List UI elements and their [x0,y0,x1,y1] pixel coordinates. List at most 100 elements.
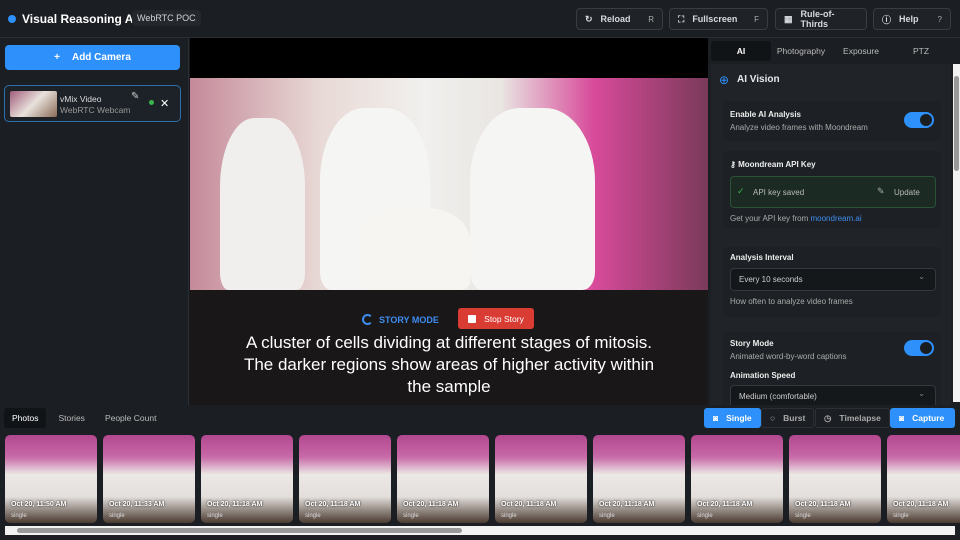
mode-burst-button[interactable]: ○ Burst [761,408,815,428]
enable-ai-label: Enable AI Analysis [730,110,801,119]
gallery-tabs: Photos Stories People Count [4,408,164,428]
photo-thumbnail[interactable]: Oct 20, 11:18 AM single [201,435,293,523]
interval-section: Analysis Interval Every 10 seconds How o… [722,247,942,317]
story-mode-section: Story Mode Animated word-by-word caption… [722,332,942,405]
enable-ai-toggle[interactable] [904,112,934,128]
brain-icon: ⊕ [719,73,730,87]
stop-story-button[interactable]: Stop Story [458,308,534,329]
api-status-text: API key saved [753,188,805,197]
tab-photography[interactable]: Photography [771,41,831,61]
reload-label: Reload [600,14,631,24]
edit-icon[interactable]: ✎ [131,91,139,102]
photo-thumbnail[interactable]: Oct 20, 11:18 AM single [495,435,587,523]
mode-timelapse-label: Timelapse [839,413,881,423]
camera-thumbnail [10,91,57,117]
fullscreen-button[interactable]: ⛶ Fullscreen F [669,8,768,30]
panel-scrollbar[interactable] [953,64,960,402]
stop-icon [468,314,477,323]
enable-ai-section: Enable AI Analysis Analyze video frames … [722,101,942,141]
photo-timestamp: Oct 20, 11:50 AM [11,501,67,508]
section-title: AI Vision [737,74,780,85]
mode-single-button[interactable]: ◙ Single [704,408,761,428]
fullscreen-shortcut: F [754,14,759,24]
add-camera-label: Add Camera [71,52,131,63]
person-figure [470,108,595,290]
api-key-label-text: Moondream API Key [738,160,816,169]
tab-photos[interactable]: Photos [4,408,47,428]
camera-source: WebRTC Webcam [60,105,131,115]
photo-timestamp: Oct 20, 11:18 AM [795,501,851,508]
plus-icon: + [54,52,60,63]
api-help-text: Get your API key from [730,214,811,223]
photo-thumbnail[interactable]: Oct 20, 11:18 AM single [789,435,881,523]
story-mode-setting-label: Story Mode [730,339,774,348]
app-title: Visual Reasoning AI™ [22,12,149,26]
tab-exposure[interactable]: Exposure [831,41,891,61]
camera-sidebar: + Add Camera vMix Video WebRTC Webcam ✎ ✕ [0,38,189,405]
camera-name: vMix Video [60,94,102,104]
photo-thumbnail[interactable]: Oct 20, 11:18 AM single [887,435,960,523]
rule-of-thirds-button[interactable]: ▦ Rule-of-Thirds [775,8,867,30]
camera-icon: ◙ [713,413,719,423]
story-mode-label: STORY MODE [379,314,439,325]
help-icon: ⓘ [882,14,892,25]
help-label: Help [899,14,919,24]
camera-icon: ◙ [899,413,905,423]
photo-thumbnail[interactable]: Oct 20, 11:18 AM single [299,435,391,523]
photo-thumbnail[interactable]: Oct 20, 11:50 AM single [5,435,97,523]
mode-timelapse-button[interactable]: ◷ Timelapse [815,408,890,428]
tab-stories[interactable]: Stories [50,408,92,428]
photo-thumbnail[interactable]: Oct 20, 11:18 AM single [691,435,783,523]
tab-ai[interactable]: AI [711,41,771,61]
moondream-link[interactable]: moondream.ai [810,214,861,223]
photo-timestamp: Oct 20, 11:18 AM [207,501,263,508]
photo-type: single [305,513,321,519]
reload-button[interactable]: ↻ Reload R [576,8,663,30]
photo-type: single [697,513,713,519]
fullscreen-label: Fullscreen [692,14,738,24]
api-key-section: ⚷ Moondream API Key ✓ API key saved ✎ Up… [722,151,942,228]
gallery-panel: Photos Stories People Count ◙ Single ○ Bur… [0,405,960,540]
edit-icon: ✎ [877,186,885,196]
header: Visual Reasoning AI™ WebRTC POC ↻ Reload R… [0,0,960,38]
photo-type: single [795,513,811,519]
reload-icon: ↻ [585,13,593,24]
circle-icon: ○ [770,413,776,423]
capture-button[interactable]: ◙ Capture [890,408,955,428]
animation-speed-label: Animation Speed [730,371,796,380]
animation-speed-select[interactable]: Medium (comfortable) [730,385,936,405]
photo-thumbnail[interactable]: Oct 20, 11:33 AM single [103,435,195,523]
photo-timestamp: Oct 20, 11:18 AM [893,501,949,508]
add-camera-button[interactable]: + Add Camera [5,45,180,70]
story-mode-toggle[interactable] [904,340,934,356]
gallery-scrollbar[interactable] [5,526,955,535]
tab-ptz[interactable]: PTZ [891,41,951,61]
photo-thumbnail[interactable]: Oct 20, 11:18 AM single [397,435,489,523]
photo-type: single [403,513,419,519]
fullscreen-icon: ⛶ [678,13,685,24]
person-figure [360,208,470,290]
tab-people-count[interactable]: People Count [97,408,165,428]
camera-item[interactable]: vMix Video WebRTC Webcam ✎ ✕ [4,85,181,122]
help-shortcut: ? [937,14,942,24]
close-icon[interactable]: ✕ [160,97,169,110]
mode-single-label: Single [726,413,752,423]
video-feed[interactable]: STORY MODE Stop Story A cluster of cells… [190,38,708,405]
person-figure [220,118,305,290]
grid-icon: ▦ [784,13,793,24]
capture-label: Capture [912,413,945,423]
photo-thumbnail[interactable]: Oct 20, 11:18 AM single [593,435,685,523]
interval-help: How often to analyze video frames [730,297,853,306]
api-key-label: ⚷ Moondream API Key [730,160,816,169]
reload-shortcut: R [648,14,654,24]
api-update-button[interactable]: Update [894,188,920,197]
help-button[interactable]: ⓘ Help? [873,8,951,30]
check-icon: ✓ [737,186,745,196]
mode-burst-label: Burst [783,413,806,423]
status-dot [8,15,16,23]
interval-label: Analysis Interval [730,253,794,262]
photo-type: single [501,513,517,519]
story-mode-indicator: STORY MODE [362,314,439,325]
interval-select[interactable]: Every 10 seconds [730,268,936,291]
settings-tabs: AI Photography Exposure PTZ [711,41,951,61]
